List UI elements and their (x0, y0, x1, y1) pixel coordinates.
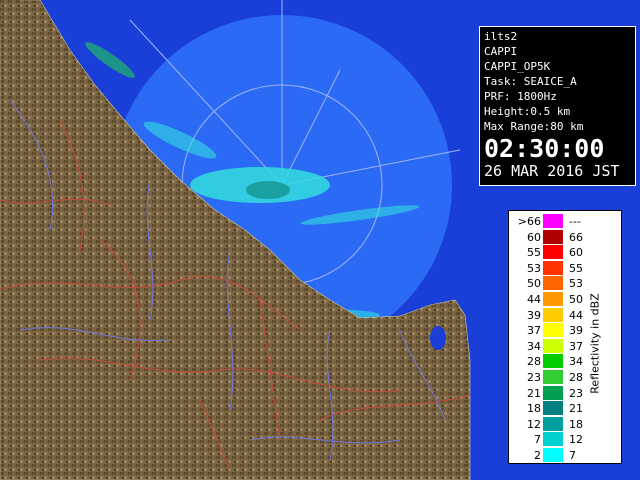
legend-low-value: 39 (527, 308, 541, 322)
legend-high-value: 34 (569, 355, 583, 369)
legend-row: 7 12 (509, 432, 601, 448)
legend-swatch (543, 245, 563, 260)
legend-high-value: 23 (569, 386, 583, 400)
legend-row: 60 66 (509, 229, 601, 246)
legend-low-value: >66 (517, 215, 541, 228)
legend-high-value: 7 (569, 449, 576, 462)
legend-swatch (543, 229, 563, 244)
legend-high-value: 37 (569, 339, 583, 353)
legend-swatch (543, 276, 563, 291)
legend-high-value: 44 (569, 308, 583, 322)
legend-high-value: 21 (569, 402, 583, 416)
prf-label: PRF: 1800Hz (484, 90, 557, 103)
legend-swatch (543, 307, 563, 322)
legend-high-value: 12 (569, 433, 583, 447)
legend-high-value: 18 (569, 417, 583, 431)
legend-low-value: 55 (527, 246, 541, 260)
legend-row: 34 37 (509, 338, 601, 355)
max-range-label: Max Range:80 km (484, 120, 584, 133)
legend-low-value: 60 (527, 230, 541, 244)
legend-low-value: 28 (527, 355, 541, 369)
legend-swatch (543, 448, 563, 462)
echo-core (246, 181, 290, 199)
legend-high-value: 66 (569, 230, 583, 244)
legend-high-value: 50 (569, 293, 583, 306)
legend-row: 28 34 (509, 354, 601, 370)
legend-low-value: 21 (527, 386, 541, 400)
product-code: CAPPI_OP5K (484, 60, 551, 73)
legend-row: 12 18 (509, 416, 601, 433)
legend-low-value: 37 (527, 324, 541, 338)
lake (430, 326, 446, 350)
legend-high-value: --- (569, 215, 581, 228)
legend-swatch (543, 370, 563, 384)
legend-swatch (543, 338, 563, 353)
legend-low-value: 23 (527, 371, 541, 384)
observation-time: 02:30:00 (484, 134, 605, 163)
legend-high-value: 53 (569, 277, 583, 291)
task-label: Task: SEAICE_A (484, 75, 577, 88)
station-name: ilts2 (484, 30, 518, 43)
legend-low-value: 2 (534, 449, 541, 462)
legend-swatch (543, 432, 563, 447)
legend-swatch (543, 214, 563, 228)
legend-high-value: 39 (569, 324, 583, 338)
legend-low-value: 18 (527, 402, 541, 416)
legend-low-value: 7 (534, 433, 541, 447)
legend-swatch (543, 385, 563, 400)
legend-low-value: 44 (527, 293, 541, 306)
legend-row: 18 21 (509, 401, 601, 417)
height-label: Height:0.5 km (484, 105, 571, 118)
legend-low-value: 50 (527, 277, 541, 291)
legend-row: 44 50 (509, 292, 601, 308)
legend-swatch (543, 401, 563, 416)
legend-row: 39 44 (509, 307, 601, 324)
info-panel: ilts2 CAPPI CAPPI_OP5K Task: SEAICE_A PR… (479, 26, 636, 186)
product-name: CAPPI (484, 45, 518, 58)
reflectivity-legend: >66 --- 60 66 55 60 53 55 50 53 44 50 39 44 37 39 34 37 28… (508, 210, 622, 464)
legend-swatch (543, 416, 563, 431)
legend-row: 37 39 (509, 323, 601, 339)
legend-high-value: 28 (569, 371, 583, 384)
legend-title: Reflectivity in dBZ (588, 293, 602, 394)
observation-date: 26 MAR 2016 JST (484, 162, 620, 180)
legend-row: 27 (509, 448, 601, 464)
legend-low-value: 34 (527, 339, 541, 353)
legend-swatch (543, 260, 563, 275)
legend-row: >66 --- (509, 214, 601, 230)
legend-row: 53 55 (509, 260, 601, 277)
legend-low-value: 53 (527, 261, 541, 275)
legend-row: 23 28 (509, 370, 601, 386)
legend-swatch (543, 292, 563, 306)
legend-swatch (543, 323, 563, 338)
legend-row: 55 60 (509, 245, 601, 261)
legend-high-value: 60 (569, 246, 583, 260)
legend-swatch (543, 354, 563, 369)
legend-high-value: 55 (569, 261, 583, 275)
legend-row: 21 23 (509, 385, 601, 402)
legend-low-value: 12 (527, 417, 541, 431)
legend-row: 50 53 (509, 276, 601, 292)
